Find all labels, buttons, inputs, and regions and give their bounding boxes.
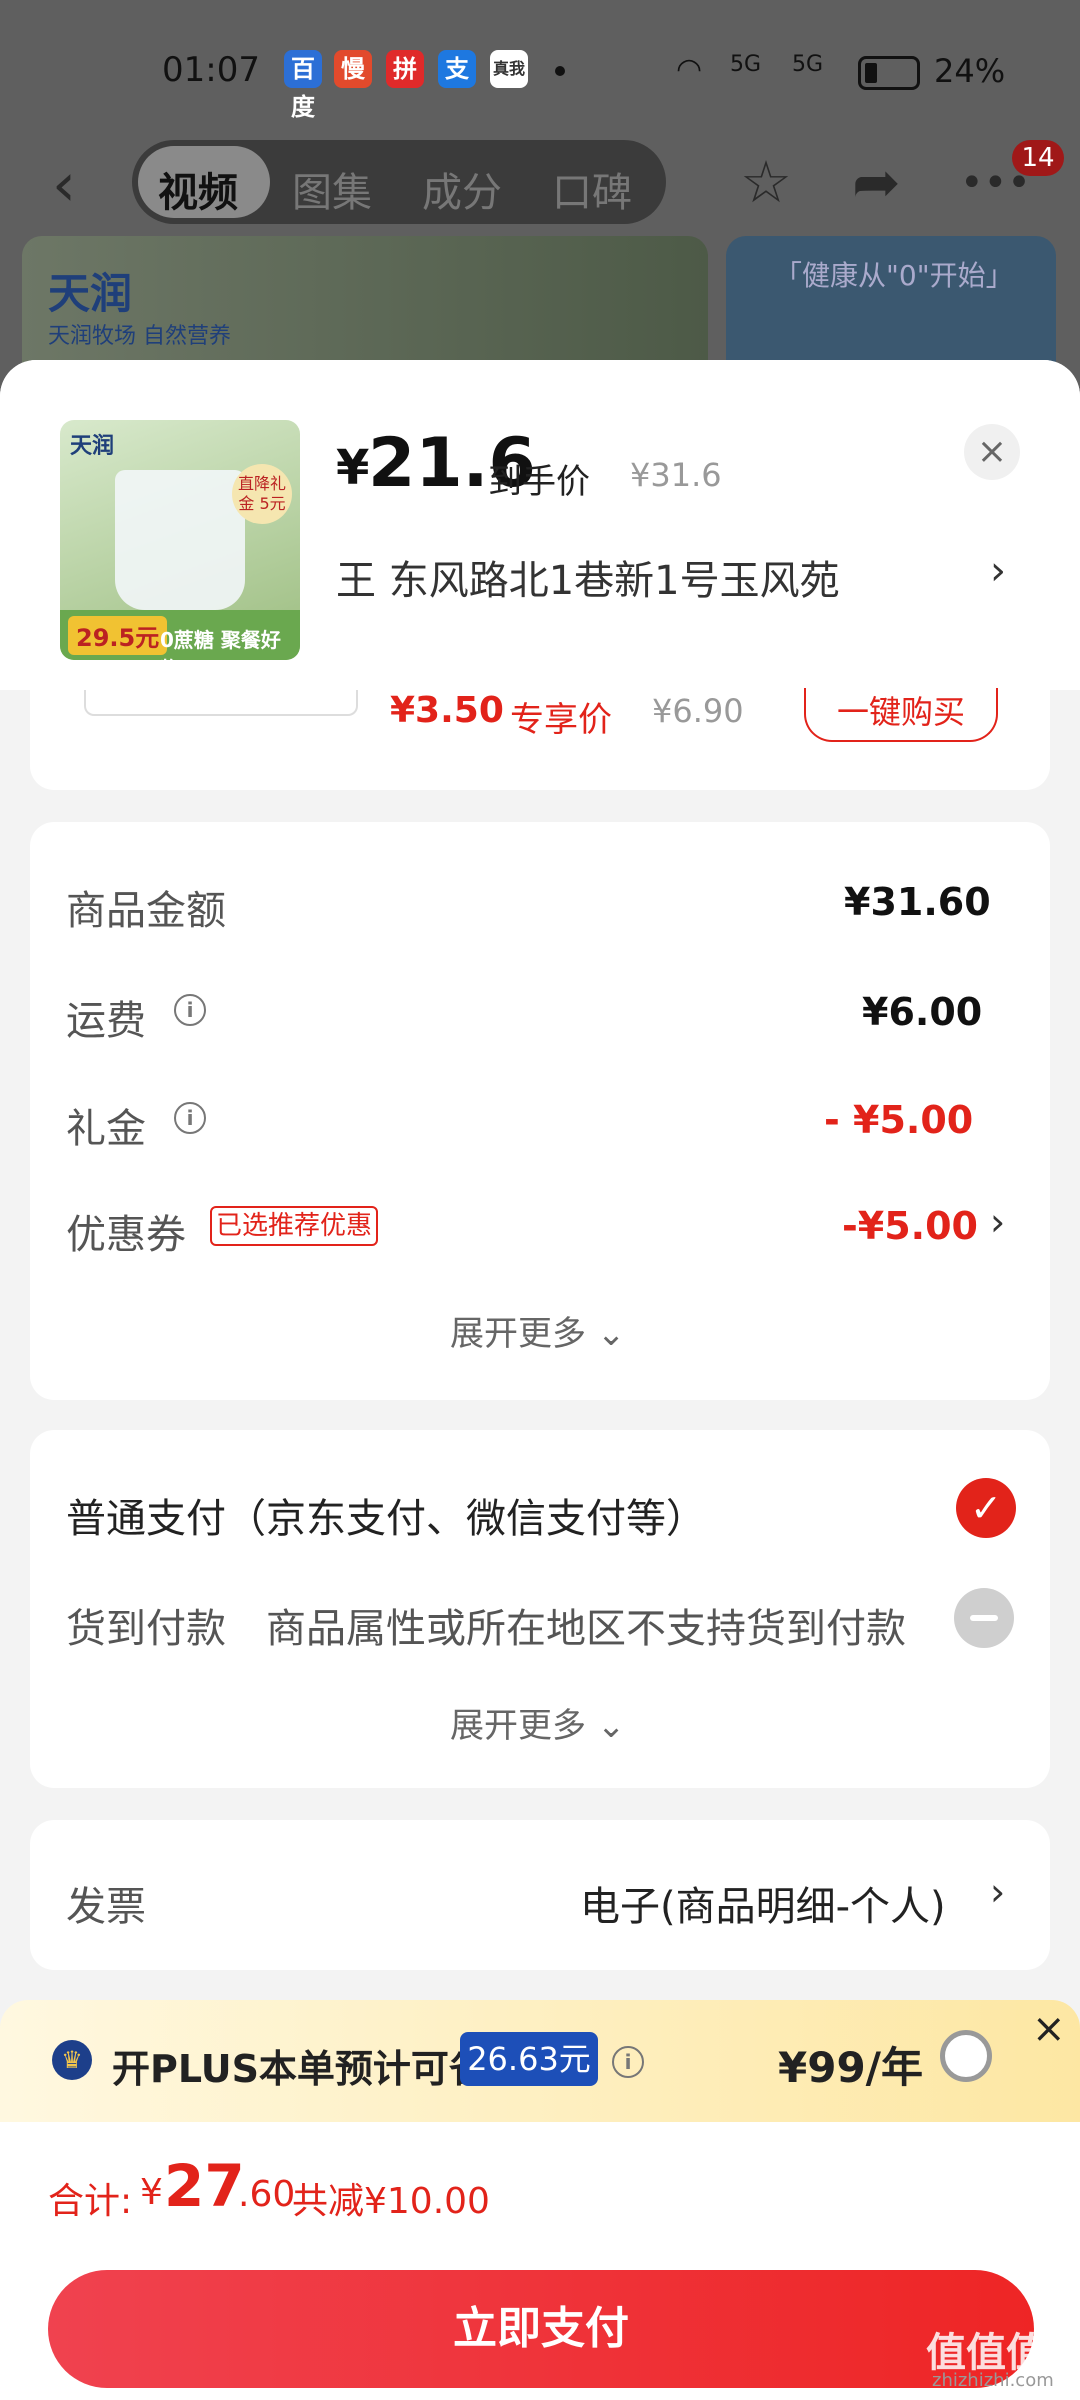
product-thumbnail: 天润 直降礼金 5元 29.5元 0蔗糖 聚餐好物 (60, 420, 300, 660)
plus-select-radio[interactable] (940, 2030, 992, 2082)
summary-label-coupon[interactable]: 优惠券 (66, 1202, 186, 1260)
thumb-price: 29.5元 (68, 616, 168, 655)
offer-price: ¥3.50 (390, 690, 504, 731)
status-time: 01:07 (162, 50, 260, 90)
signal-icon-2: 5G (792, 52, 824, 77)
info-icon[interactable]: i (174, 1102, 206, 1134)
price-currency: ¥ (336, 440, 370, 496)
tab-ingredients[interactable]: 成分 (422, 160, 502, 218)
expand-more-label: 展开更多 (450, 1706, 586, 1746)
total-amount-integer: 27 (164, 2152, 245, 2220)
thumb-brand: 天润 (70, 434, 115, 459)
battery-icon (858, 56, 920, 90)
crown-icon: ♛ (52, 2040, 92, 2080)
final-price-label: 到手价 (488, 462, 590, 502)
payment-option-standard[interactable]: 普通支付（京东支付、微信支付等） (66, 1486, 706, 1544)
cod-unavailable-text: 商品属性或所在地区不支持货到付款 (266, 1606, 906, 1652)
disabled-radio-icon (954, 1588, 1014, 1648)
expand-more-payment[interactable]: 展开更多 ⌄ (450, 1698, 625, 1747)
plus-price: ¥99/年 (778, 2043, 924, 2092)
delivery-address[interactable]: 王 东风路北1巷新1号玉风苑 (336, 548, 840, 606)
expand-more-label: 展开更多 (450, 1314, 586, 1354)
yogurt-cup-image (115, 470, 245, 610)
star-icon[interactable]: ☆ (740, 148, 792, 216)
plus-savings-amount: 26.63元 (460, 2032, 598, 2086)
total-reduction: 共减¥10.00 (292, 2181, 490, 2222)
tab-gallery[interactable]: 图集 (292, 160, 372, 218)
tab-video[interactable]: 视频 (158, 160, 238, 218)
offer-label: 专享价 (510, 700, 612, 740)
notification-dot (555, 66, 565, 76)
media-tabs: 视频 图集 成分 口碑 (132, 140, 666, 224)
promo-text: 「健康从"0"开始」 (774, 259, 1014, 292)
chevron-right-icon[interactable]: › (990, 1200, 1005, 1244)
invoice-label: 发票 (66, 1884, 146, 1930)
summary-label-goods: 商品金额 (66, 888, 226, 934)
coupon-tag: 已选推荐优惠 (210, 1206, 379, 1246)
app-icon-2: 慢 (334, 50, 372, 88)
alipay-app-icon: 支 (438, 50, 476, 88)
baidu-app-icon: 百度 (284, 50, 322, 121)
summary-value-gift: - ¥5.00 (824, 1098, 974, 1142)
realme-app-icon: 真我 (490, 50, 528, 88)
brand-slogan: 天润牧场 自然营养 (48, 324, 231, 349)
offer-product-box (84, 690, 358, 716)
status-bar: 01:07 百度 慢 拼 支 真我 ◠ 5G 5G 24% (0, 0, 1080, 140)
pinduoduo-app-icon: 拼 (386, 50, 424, 88)
signal-icon-1: 5G (730, 52, 762, 77)
total-currency: ¥ (140, 2172, 163, 2213)
summary-value-goods: ¥31.60 (844, 880, 991, 924)
chevron-right-icon[interactable]: › (990, 548, 1006, 594)
summary-label-gift: 礼金 (66, 1106, 146, 1152)
battery-percent: 24% (934, 52, 1006, 90)
one-click-buy-button[interactable]: 一键购买 (804, 688, 998, 742)
summary-value-coupon[interactable]: -¥5.00 (842, 1204, 978, 1248)
chevron-down-icon: ⌄ (596, 1706, 626, 1746)
brand-logo: 天润 (48, 269, 133, 318)
watermark-url: zhizhizhi.com (932, 2370, 1054, 2391)
message-badge: 14 (1012, 140, 1064, 176)
share-icon[interactable]: ➦ (852, 148, 901, 216)
checkmark-icon[interactable]: ✓ (956, 1478, 1016, 1538)
plus-promo-text: 开PLUS本单预计可省 (112, 2047, 487, 2091)
payment-option-cod: 货到付款 (66, 1606, 226, 1652)
close-icon[interactable]: × (964, 424, 1020, 480)
summary-label-shipping: 运费 (66, 998, 146, 1044)
close-icon[interactable]: × (1032, 2006, 1066, 2052)
info-icon[interactable]: i (612, 2046, 644, 2078)
invoice-value[interactable]: 电子(商品明细-个人) (580, 1874, 946, 1932)
wifi-icon: ◠ (676, 52, 703, 87)
pay-now-button[interactable]: 立即支付 (48, 2270, 1034, 2388)
total-amount-decimal: .60 (238, 2174, 296, 2215)
original-price: ¥31.6 (630, 456, 722, 494)
tab-reviews[interactable]: 口碑 (552, 160, 632, 218)
info-icon[interactable]: i (174, 994, 206, 1026)
thumb-tag: 直降礼金 5元 (232, 464, 292, 524)
expand-more-summary[interactable]: 展开更多 ⌄ (450, 1306, 625, 1355)
chevron-right-icon[interactable]: › (990, 1870, 1005, 1914)
back-arrow-icon[interactable]: ‹ (52, 150, 76, 220)
offer-original-price: ¥6.90 (652, 692, 744, 730)
thumb-slogan: 0蔗糖 聚餐好物 (160, 628, 281, 660)
total-label: 合计: (48, 2181, 133, 2222)
chevron-down-icon: ⌄ (596, 1314, 626, 1354)
summary-value-shipping: ¥6.00 (862, 990, 983, 1034)
